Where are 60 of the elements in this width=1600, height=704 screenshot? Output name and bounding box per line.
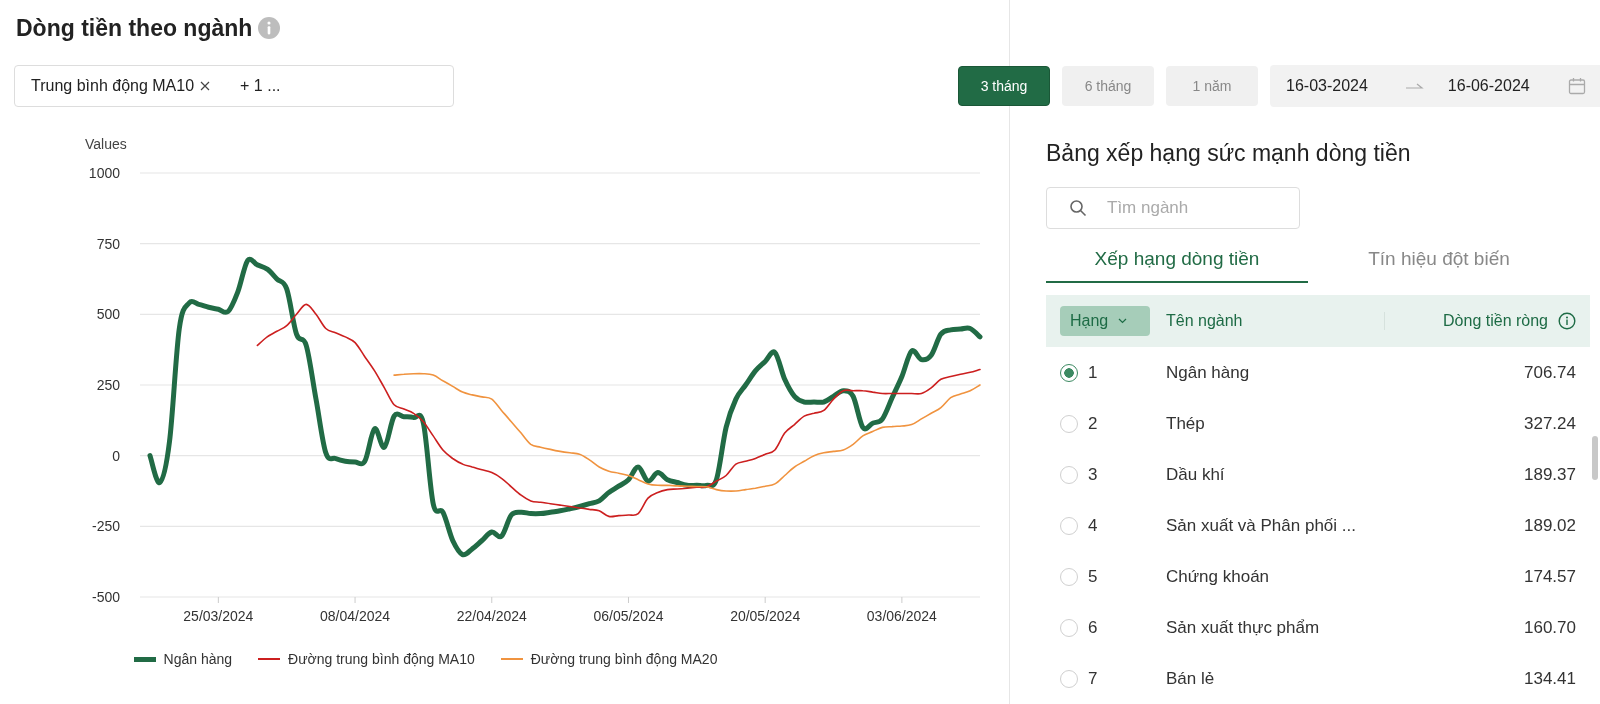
table-cell: 189.02	[1524, 515, 1576, 536]
tab[interactable]: Xếp hạng dòng tiền	[1046, 237, 1308, 283]
x-axis-label: 08/04/2024	[320, 608, 391, 624]
scrollbar[interactable]	[1592, 436, 1598, 480]
legend-label[interactable]: Ngân hàng	[163, 651, 233, 667]
legend-label[interactable]: Đường trung bình động MA20	[530, 651, 718, 667]
chevron-icon	[1118, 318, 1128, 324]
table-cell: 706.74	[1524, 362, 1576, 383]
calendar-icon[interactable]	[1568, 77, 1586, 95]
search-icon	[1069, 199, 1087, 217]
table-cell-text: 2	[1087, 413, 1099, 434]
table-cell: 134.41	[1524, 668, 1576, 689]
table-cell-text: 5	[1087, 566, 1099, 587]
legend-label[interactable]: Đường trung bình động MA10	[288, 651, 475, 667]
y-axis-label: 1000	[88, 165, 120, 181]
y-axis-label: -500	[91, 589, 120, 605]
x-axis-label: 03/06/2024	[866, 608, 937, 624]
y-axis-label: 500	[96, 306, 120, 323]
date-range-picker[interactable]: 16-03-2024 16-06-2024	[1270, 65, 1600, 107]
page-title: Dòng tiền theo ngành	[16, 14, 253, 42]
selected-tag: Trung bình động MA10	[31, 77, 195, 95]
end-date: 16-06-2024	[1447, 77, 1530, 95]
table-cell-text: 7	[1087, 668, 1099, 689]
radio-button[interactable]	[1060, 363, 1078, 382]
x-axis-label: 22/04/2024	[456, 608, 527, 624]
table-cell-text: Sản xuất và Phân phối ...	[1166, 515, 1357, 536]
table-cell-text: Thép	[1166, 413, 1206, 434]
table-cell: 189.37	[1524, 464, 1576, 485]
y-axis-label: 250	[96, 377, 120, 393]
table-cell-text: Sản xuất thực phẩm	[1166, 617, 1321, 638]
sort-button[interactable]: Hạng	[1060, 306, 1150, 336]
table-cell-text: Chứng khoán	[1166, 566, 1271, 587]
close-icon[interactable]	[200, 81, 211, 91]
table-cell-text: 1	[1087, 362, 1099, 383]
table-cell: 327.24	[1524, 413, 1576, 434]
table-cell-text: Bán lẻ	[1166, 668, 1216, 689]
x-axis-label: 20/05/2024	[730, 608, 801, 624]
y-axis-label: 0	[112, 447, 120, 464]
tab[interactable]: Tín hiệu đột biến	[1308, 237, 1570, 283]
table-cell-text: Dầu khí	[1166, 464, 1226, 485]
y-axis-label: -250	[91, 518, 120, 535]
table-cell: 174.57	[1524, 566, 1576, 587]
table-cell-text: Ngân hàng	[1166, 362, 1251, 383]
x-axis-label: 06/05/2024	[593, 608, 664, 624]
y-axis-title: Values	[85, 136, 127, 152]
y-axis-label: 750	[96, 235, 120, 252]
search-field[interactable]: Tìm ngành	[1046, 187, 1300, 229]
column-header: Dòng tiền ròng	[1384, 312, 1548, 330]
info-icon[interactable]	[1558, 312, 1576, 330]
panel-title: Bảng xếp hạng sức mạnh dòng tiền	[1046, 140, 1412, 167]
table-cell: 160.70	[1524, 617, 1576, 638]
column-header: Tên ngành	[1166, 312, 1244, 330]
table-cell-text: 3	[1087, 464, 1099, 485]
period-button[interactable]: 3 tháng	[958, 66, 1050, 106]
start-date: 16-03-2024	[1286, 77, 1368, 95]
more-tags-label: + 1 ...	[240, 77, 281, 95]
indicator-select[interactable]: Trung bình động MA10 + 1 ...	[14, 65, 454, 107]
table-cell-text: 6	[1087, 617, 1099, 638]
x-axis-label: 25/03/2024	[183, 608, 254, 624]
table-cell-text: 4	[1087, 515, 1099, 536]
